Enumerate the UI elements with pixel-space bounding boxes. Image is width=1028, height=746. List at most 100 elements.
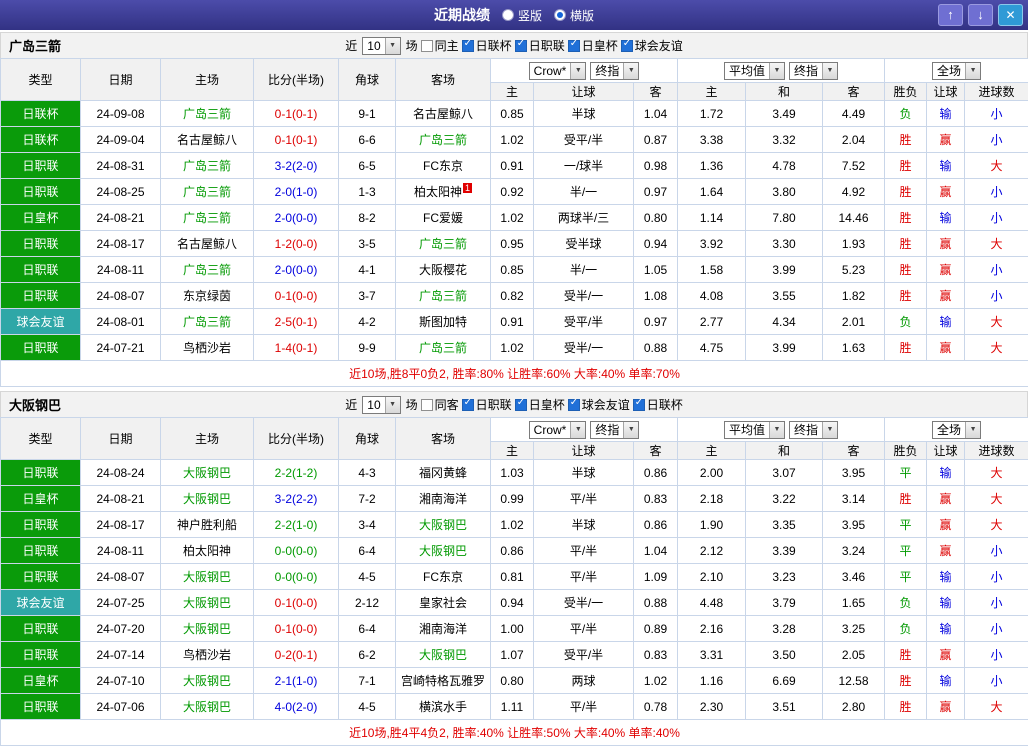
corners: 6-2	[339, 642, 396, 668]
euro-odds-time-select[interactable]: 终指▼	[789, 421, 838, 439]
layout-horizontal-radio[interactable]: 横版	[554, 7, 594, 24]
scope-dropdown-cell: 全场▼	[885, 59, 1028, 83]
euro-away-odds: 3.46	[823, 564, 885, 590]
euro-home-odds: 1.58	[678, 257, 746, 283]
same-venue-checkbox[interactable]: 同客	[421, 396, 459, 413]
goals-result: 大	[965, 694, 1028, 720]
match-type-badge: 日职联	[1, 257, 81, 283]
league-checkbox-4[interactable]: 日联杯	[633, 396, 683, 413]
score: 1-2(0-0)	[254, 231, 339, 257]
asian-handicap: 平/半	[534, 694, 634, 720]
asian-home-odds: 1.07	[491, 642, 534, 668]
euro-away-odds: 3.14	[823, 486, 885, 512]
match-result: 平	[885, 564, 927, 590]
corners: 4-1	[339, 257, 396, 283]
euro-away-odds: 1.93	[823, 231, 885, 257]
score: 2-2(1-0)	[254, 512, 339, 538]
near-label: 近	[345, 396, 357, 413]
euro-draw-odds: 3.80	[746, 179, 823, 205]
league-checkbox-1[interactable]: 日职联	[462, 396, 512, 413]
layout-vertical-radio[interactable]: 竖版	[502, 7, 542, 24]
match-row: 日皇杯24-07-10大阪钢巴2-1(1-0)7-1宫崎特格瓦雅罗0.80两球1…	[1, 668, 1028, 694]
euro-odds-source-select[interactable]: 平均值▼	[724, 62, 785, 80]
column-header-score: 比分(半场)	[254, 59, 339, 101]
euro-home-odds: 4.08	[678, 283, 746, 309]
asian-away-odds: 0.86	[634, 512, 678, 538]
asian-home-odds: 0.92	[491, 179, 534, 205]
same-venue-checkbox[interactable]: 同主	[421, 37, 459, 54]
match-type-badge: 日皇杯	[1, 668, 81, 694]
home-team: 鸟栖沙岩	[161, 642, 254, 668]
title-bar-center: 近期战绩 竖版 横版	[0, 5, 1028, 25]
asian-home-odds: 1.02	[491, 335, 534, 361]
column-header-match-result: 胜负	[885, 442, 927, 460]
handicap-result: 赢	[927, 283, 965, 309]
match-date: 24-08-25	[81, 179, 161, 205]
euro-home-odds: 2.77	[678, 309, 746, 335]
league-checkbox-3[interactable]: 日皇杯	[568, 37, 618, 54]
league-checkbox-1[interactable]: 日联杯	[462, 37, 512, 54]
scope-select-value: 全场	[933, 63, 965, 79]
bookmaker-select[interactable]: Crow*▼	[529, 421, 587, 439]
scope-select[interactable]: 全场▼	[932, 62, 981, 80]
league-checkbox-1-label: 日联杯	[476, 37, 512, 54]
league-checkbox-2[interactable]: 日职联	[515, 37, 565, 54]
asian-odds-time-select[interactable]: 终指▼	[590, 62, 639, 80]
corners: 2-12	[339, 590, 396, 616]
league-checkbox-3[interactable]: 球会友谊	[568, 396, 630, 413]
match-row: 日职联24-08-07东京绿茵0-1(0-0)3-7广岛三箭0.82受半/一1.…	[1, 283, 1028, 309]
match-type-badge: 日职联	[1, 231, 81, 257]
match-count-select[interactable]: 10▼	[362, 396, 400, 414]
away-team: 名古屋鲸八	[396, 101, 491, 127]
scroll-down-button[interactable]: ↓	[968, 4, 993, 26]
match-date: 24-07-20	[81, 616, 161, 642]
euro-home-odds: 1.16	[678, 668, 746, 694]
handicap-result: 输	[927, 616, 965, 642]
euro-away-odds: 12.58	[823, 668, 885, 694]
checkbox-checked-icon	[462, 40, 474, 52]
match-date: 24-08-11	[81, 538, 161, 564]
column-header-corner: 角球	[339, 59, 396, 101]
league-checkbox-4-label: 日联杯	[647, 396, 683, 413]
match-date: 24-08-07	[81, 283, 161, 309]
column-header-handicap-result: 让球	[927, 83, 965, 101]
asian-odds-time-select[interactable]: 终指▼	[590, 421, 639, 439]
close-button[interactable]: ✕	[998, 4, 1023, 26]
asian-odds-time-select-value: 终指	[591, 63, 623, 79]
asian-handicap: 受平/半	[534, 309, 634, 335]
page-title: 近期战绩	[434, 5, 490, 25]
near-label: 近	[345, 37, 357, 54]
euro-draw-odds: 3.23	[746, 564, 823, 590]
league-checkbox-4[interactable]: 球会友谊	[621, 37, 683, 54]
euro-odds-dropdown-cell: 平均值▼终指▼	[678, 418, 885, 442]
asian-away-odds: 1.04	[634, 101, 678, 127]
match-filter-bar: 近10▼场同主日联杯日职联日皇杯球会友谊	[345, 37, 682, 55]
goals-result: 小	[965, 127, 1028, 153]
league-checkbox-2[interactable]: 日皇杯	[515, 396, 565, 413]
same-venue-checkbox-label: 同客	[435, 396, 459, 413]
match-count-select[interactable]: 10▼	[362, 37, 400, 55]
column-header-handicap-result: 让球	[927, 442, 965, 460]
match-row: 日职联24-08-17名古屋鲸八1-2(0-0)3-5广岛三箭0.95受半球0.…	[1, 231, 1028, 257]
chevron-down-icon: ▼	[570, 422, 585, 438]
scroll-up-button[interactable]: ↑	[938, 4, 963, 26]
euro-odds-source-select[interactable]: 平均值▼	[724, 421, 785, 439]
match-type-badge: 日职联	[1, 538, 81, 564]
team-section-2: 大阪钢巴近10▼场同客日职联日皇杯球会友谊日联杯类型日期主场比分(半场)角球客场…	[0, 391, 1028, 746]
match-result: 胜	[885, 694, 927, 720]
euro-odds-time-select[interactable]: 终指▼	[789, 62, 838, 80]
asian-away-odds: 1.04	[634, 538, 678, 564]
match-date: 24-07-10	[81, 668, 161, 694]
chevron-down-icon: ▼	[385, 397, 400, 413]
goals-result: 小	[965, 283, 1028, 309]
league-checkbox-2-label: 日皇杯	[529, 396, 565, 413]
home-team: 大阪钢巴	[161, 668, 254, 694]
bookmaker-select[interactable]: Crow*▼	[529, 62, 587, 80]
home-team: 大阪钢巴	[161, 616, 254, 642]
euro-draw-odds: 3.32	[746, 127, 823, 153]
scope-select[interactable]: 全场▼	[932, 421, 981, 439]
checkbox-unchecked-icon	[421, 40, 433, 52]
chevron-down-icon: ▼	[623, 63, 638, 79]
asian-handicap: 平/半	[534, 564, 634, 590]
home-team: 广岛三箭	[161, 205, 254, 231]
